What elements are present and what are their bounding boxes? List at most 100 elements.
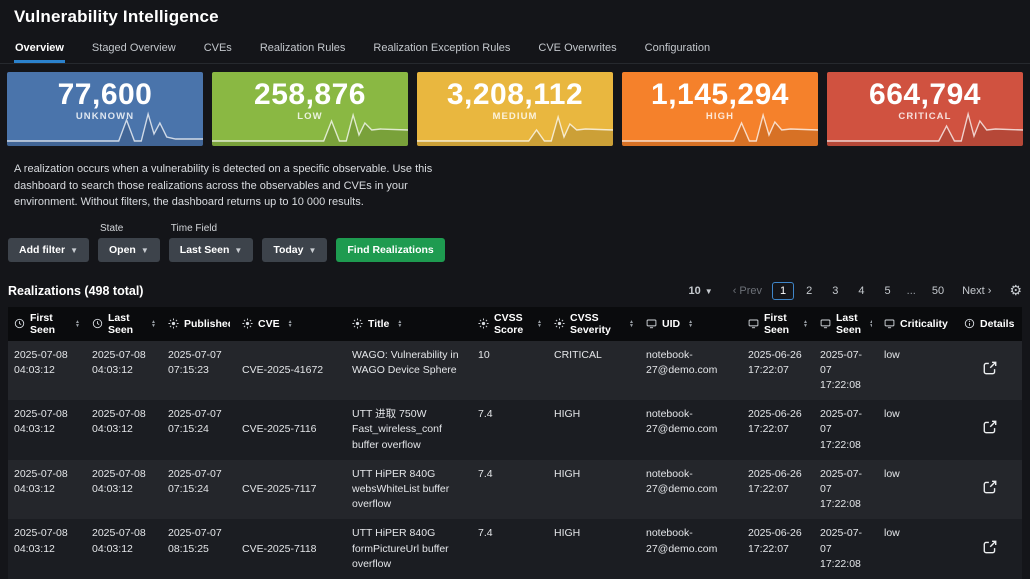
- sparkline-icon: [212, 108, 408, 146]
- column-header-cve[interactable]: CVE▲▼: [236, 307, 346, 341]
- monitor-icon: [646, 318, 657, 329]
- sort-icon[interactable]: ▲▼: [288, 320, 293, 328]
- card-high[interactable]: 1,145,294 HIGH: [622, 72, 818, 146]
- dashboard-description: A realization occurs when a vulnerabilit…: [14, 161, 466, 211]
- tab-configuration[interactable]: Configuration: [644, 35, 711, 63]
- column-header-details: Details: [958, 307, 1022, 341]
- prev-page-button[interactable]: ‹ Prev: [727, 283, 768, 299]
- sort-icon[interactable]: ▲▼: [75, 320, 80, 328]
- cell-obs-first-seen: 2025-06-26 17:22:07: [742, 341, 814, 401]
- tab-cves[interactable]: CVEs: [203, 35, 233, 63]
- cell-obs-first-seen: 2025-06-26 17:22:07: [742, 519, 814, 579]
- sort-icon[interactable]: ▲▼: [869, 320, 872, 328]
- column-header-cvss-severity[interactable]: CVSS Severity▲▼: [548, 307, 640, 341]
- table-settings-gear-icon[interactable]: ⚙: [1009, 282, 1022, 299]
- chevron-down-icon: ▼: [705, 287, 713, 296]
- cell-obs-first-seen: 2025-06-26 17:22:07: [742, 400, 814, 460]
- sort-icon[interactable]: ▲▼: [803, 320, 808, 328]
- state-filter-dropdown[interactable]: Open▼: [98, 238, 160, 262]
- column-header-first-seen[interactable]: First Seen▲▼: [8, 307, 86, 341]
- sparkline-icon: [7, 108, 203, 146]
- cell-last-seen: 2025-07-08 04:03:12: [86, 341, 162, 401]
- next-page-button[interactable]: Next ›: [956, 283, 997, 299]
- tab-staged-overview[interactable]: Staged Overview: [91, 35, 177, 63]
- open-details-external-link-icon[interactable]: [982, 479, 998, 495]
- chevron-down-icon: ▼: [234, 246, 242, 255]
- card-low[interactable]: 258,876 LOW: [212, 72, 408, 146]
- page-size-dropdown[interactable]: 10▼: [689, 285, 713, 297]
- sparkline-icon: [417, 108, 613, 146]
- card-value: 1,145,294: [622, 79, 818, 111]
- column-header-uid[interactable]: UID▲▼: [640, 307, 742, 341]
- cell-criticality: low: [878, 519, 958, 579]
- page-3-button[interactable]: 3: [824, 282, 846, 300]
- tab-cve-overwrites[interactable]: CVE Overwrites: [537, 35, 617, 63]
- cell-cvss-score: 10: [472, 341, 548, 401]
- page-title: Vulnerability Intelligence: [14, 7, 1016, 27]
- page-50-button[interactable]: 50: [924, 282, 952, 300]
- card-value: 664,794: [827, 79, 1023, 111]
- cell-cvss-severity: HIGH: [548, 460, 640, 520]
- cell-published: 2025-07-07 07:15:23: [162, 341, 236, 401]
- card-critical[interactable]: 664,794 CRITICAL: [827, 72, 1023, 146]
- cell-title: UTT HiPER 840G formPictureUrl buffer ove…: [346, 519, 472, 579]
- cell-cve: CVE-2025-7116: [236, 400, 346, 460]
- cell-cvss-severity: HIGH: [548, 519, 640, 579]
- column-header-criticality[interactable]: Criticality▲▼: [878, 307, 958, 341]
- cell-published: 2025-07-07 07:15:24: [162, 400, 236, 460]
- chevron-down-icon: ▼: [70, 246, 78, 255]
- sort-icon[interactable]: ▲▼: [537, 320, 542, 328]
- open-details-external-link-icon[interactable]: [982, 360, 998, 376]
- time-range-dropdown[interactable]: Today▼: [262, 238, 327, 262]
- page-1-button[interactable]: 1: [772, 282, 794, 300]
- cell-cve: CVE-2025-7118: [236, 519, 346, 579]
- column-header-title[interactable]: Title▲▼: [346, 307, 472, 341]
- card-value: 258,876: [212, 79, 408, 111]
- cell-uid: notebook-27@demo.com: [640, 519, 742, 579]
- page-2-button[interactable]: 2: [798, 282, 820, 300]
- time-field-dropdown[interactable]: Last Seen▼: [169, 238, 254, 262]
- time-field-filter-label: Time Field: [171, 223, 254, 234]
- sun-icon: [352, 318, 363, 329]
- sort-icon[interactable]: ▲▼: [629, 320, 634, 328]
- cell-obs-last-seen: 2025-07-07 17:22:08: [814, 341, 878, 401]
- cell-cve: CVE-2025-7117: [236, 460, 346, 520]
- page-5-button[interactable]: 5: [877, 282, 899, 300]
- sort-icon[interactable]: ▲▼: [397, 320, 402, 328]
- cell-title: UTT 进取 750W Fast_wireless_conf buffer ov…: [346, 400, 472, 460]
- add-filter-button[interactable]: Add filter▼: [8, 238, 89, 262]
- column-header-obs-last-seen[interactable]: Last Seen▲▼: [814, 307, 878, 341]
- sun-icon: [242, 318, 253, 329]
- monitor-icon: [748, 318, 759, 329]
- cell-cvss-score: 7.4: [472, 460, 548, 520]
- clock-icon: [92, 318, 103, 329]
- card-medium[interactable]: 3,208,112 MEDIUM: [417, 72, 613, 146]
- column-header-last-seen[interactable]: Last Seen▲▼: [86, 307, 162, 341]
- tab-overview[interactable]: Overview: [14, 35, 65, 63]
- pagination: 10▼ ‹ Prev 1 2 3 4 5 ... 50 Next › ⚙: [689, 282, 1022, 300]
- cell-title: UTT HiPER 840G websWhiteList buffer over…: [346, 460, 472, 520]
- tab-realization-rules[interactable]: Realization Rules: [259, 35, 347, 63]
- sun-icon: [168, 318, 179, 329]
- open-details-external-link-icon[interactable]: [982, 419, 998, 435]
- find-realizations-button[interactable]: Find Realizations: [336, 238, 444, 262]
- sparkline-icon: [622, 108, 818, 146]
- cell-obs-first-seen: 2025-06-26 17:22:07: [742, 460, 814, 520]
- cell-first-seen: 2025-07-08 04:03:12: [8, 460, 86, 520]
- cell-cvss-score: 7.4: [472, 519, 548, 579]
- table-row: 2025-07-08 04:03:12 2025-07-08 04:03:12 …: [8, 341, 1022, 401]
- sort-icon[interactable]: ▲▼: [151, 320, 156, 328]
- tab-bar: Overview Staged Overview CVEs Realizatio…: [0, 35, 1030, 64]
- card-unknown[interactable]: 77,600 UNKNOWN: [7, 72, 203, 146]
- cell-obs-last-seen: 2025-07-07 17:22:08: [814, 519, 878, 579]
- sort-icon[interactable]: ▲▼: [688, 320, 693, 328]
- state-filter-label: State: [100, 223, 160, 234]
- open-details-external-link-icon[interactable]: [982, 539, 998, 555]
- tab-realization-exception-rules[interactable]: Realization Exception Rules: [372, 35, 511, 63]
- cell-uid: notebook-27@demo.com: [640, 400, 742, 460]
- column-header-published[interactable]: Published▲▼: [162, 307, 236, 341]
- cell-cvss-severity: HIGH: [548, 400, 640, 460]
- column-header-cvss-score[interactable]: CVSS Score▲▼: [472, 307, 548, 341]
- column-header-obs-first-seen[interactable]: First Seen▲▼: [742, 307, 814, 341]
- page-4-button[interactable]: 4: [850, 282, 872, 300]
